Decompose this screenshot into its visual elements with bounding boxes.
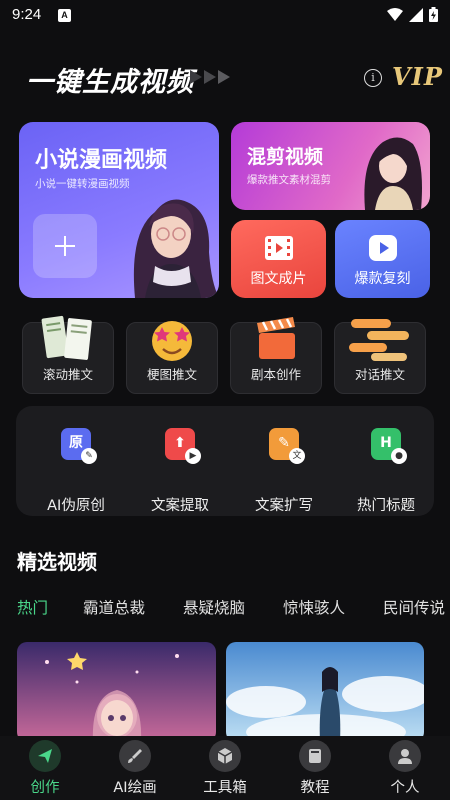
status-icons [387, 7, 438, 22]
play-icon [369, 235, 397, 261]
nav-tutorial[interactable]: 教程 [270, 736, 360, 800]
brush-icon [119, 740, 151, 772]
image-text-video-card[interactable]: 图文成片 [231, 220, 326, 298]
book-icon [299, 740, 331, 772]
nav-label: 教程 [300, 780, 330, 796]
arrow-icon [218, 70, 230, 84]
bottom-navigation: 创作 AI绘画 工具箱 教程 个人 [0, 736, 450, 800]
video-thumbnail[interactable] [226, 642, 424, 742]
chat-bubbles-icon [349, 319, 409, 361]
tool-copy-expand[interactable]: ✎ 文 文案扩写 [232, 424, 336, 514]
clapperboard-icon [257, 317, 295, 359]
anime-girl-illustration [133, 199, 219, 298]
mix-card-title: 混剪视频 [247, 146, 324, 168]
fire-badge-icon: ● [391, 448, 407, 464]
wifi-icon [387, 7, 403, 21]
tab-hot[interactable]: 热门 [17, 596, 48, 618]
nav-label: 创作 [30, 780, 60, 796]
novel-card-subtitle: 小说一键转漫画视频 [35, 178, 130, 190]
status-bar: 9:24 A [0, 0, 450, 32]
hot-title-icon: H ● [371, 428, 407, 464]
star-eyes-emoji-icon [152, 321, 192, 361]
pen-badge-icon: ✎ [81, 448, 97, 464]
template-label: 对话推文 [354, 367, 405, 382]
film-icon [265, 236, 293, 260]
tab-folklore[interactable]: 民间传说 [383, 596, 445, 618]
info-icon[interactable]: i [364, 69, 382, 87]
tool-copy-extract[interactable]: ⬆ ▶ 文案提取 [128, 424, 232, 514]
nav-label: 工具箱 [203, 780, 247, 796]
header: 一键生成视频 i VIP [0, 56, 450, 104]
tools-panel: 原 ✎ AI伪原创 ⬆ ▶ 文案提取 ✎ 文 文案扩写 H ● 热门标题 [16, 406, 434, 516]
play-badge-icon: ▶ [185, 448, 201, 464]
tool-label: 热门标题 [357, 498, 415, 514]
tab-thriller[interactable]: 惊悚骇人 [283, 596, 345, 618]
novel-comic-video-card[interactable]: 小说漫画视频 小说一键转漫画视频 [19, 122, 219, 298]
tool-hot-title[interactable]: H ● 热门标题 [334, 424, 438, 514]
signal-icon [409, 7, 423, 22]
template-label: 剧本创作 [250, 367, 301, 382]
extract-icon: ⬆ ▶ [165, 428, 201, 464]
template-label: 滚动推文 [42, 367, 93, 382]
tool-label: AI伪原创 [47, 498, 105, 514]
template-scroll-text[interactable]: 滚动推文 [22, 315, 114, 394]
warrior-sky-thumbnail [226, 642, 424, 742]
text-badge-icon: 文 [289, 448, 305, 464]
anime-girl-illustration [364, 137, 422, 210]
nav-ai-painting[interactable]: AI绘画 [90, 736, 180, 800]
image-text-video-label: 图文成片 [250, 271, 307, 287]
mix-card-subtitle: 爆款推文素材混剪 [247, 174, 331, 186]
paper-plane-icon [29, 740, 61, 772]
video-thumbnail[interactable] [17, 642, 216, 742]
vip-logo[interactable]: VIP [392, 62, 443, 91]
add-icon[interactable] [33, 214, 97, 278]
nav-label: 个人 [390, 780, 420, 796]
nav-toolbox[interactable]: 工具箱 [180, 736, 270, 800]
person-icon [389, 740, 421, 772]
tab-ceo[interactable]: 霸道总裁 [83, 596, 145, 618]
novel-card-title: 小说漫画视频 [35, 148, 168, 173]
mix-video-card[interactable]: 混剪视频 爆款推文素材混剪 [231, 122, 430, 210]
template-dialogue-text[interactable]: 对话推文 [334, 319, 426, 394]
anime-girl-stars-thumbnail [17, 642, 216, 742]
notification-icon: A [58, 9, 71, 22]
tool-ai-rewrite[interactable]: 原 ✎ AI伪原创 [24, 424, 128, 514]
nav-create[interactable]: 创作 [0, 736, 90, 800]
arrows-decoration [188, 68, 230, 86]
status-time: 9:24 [12, 6, 42, 23]
tool-label: 文案扩写 [255, 498, 313, 514]
template-meme-text[interactable]: 梗图推文 [126, 321, 218, 394]
section-title: 精选视频 [17, 550, 97, 574]
box-icon [209, 740, 241, 772]
page-title: 一键生成视频 [26, 67, 194, 98]
nav-label: AI绘画 [113, 780, 157, 796]
template-script-creation[interactable]: 剧本创作 [230, 317, 322, 394]
hit-replicate-card[interactable]: 爆款复刻 [335, 220, 430, 298]
battery-icon [429, 7, 438, 22]
original-pen-icon: 原 ✎ [61, 428, 97, 464]
template-label: 梗图推文 [146, 367, 197, 382]
hit-replicate-label: 爆款复刻 [354, 271, 411, 287]
tool-label: 文案提取 [151, 498, 209, 514]
expand-write-icon: ✎ 文 [269, 428, 305, 464]
scroll-text-icon [41, 315, 92, 360]
tab-suspense[interactable]: 悬疑烧脑 [183, 596, 245, 618]
nav-profile[interactable]: 个人 [360, 736, 450, 800]
